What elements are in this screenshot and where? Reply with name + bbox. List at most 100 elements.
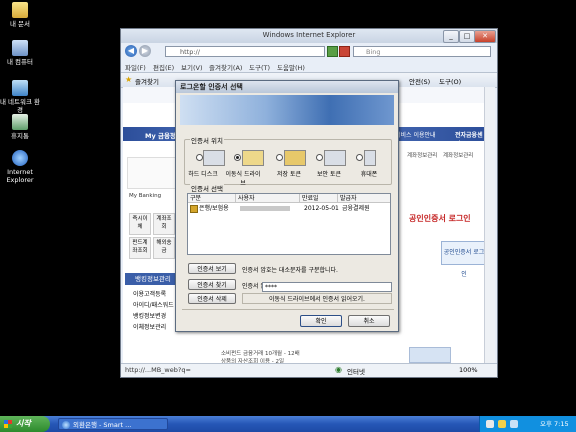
- view-certificate-button[interactable]: 인증서 보기: [188, 263, 236, 274]
- desktop-icon-recycle-bin[interactable]: 휴지통: [0, 114, 40, 140]
- computer-icon: [12, 40, 28, 56]
- taskbar-item-browser[interactable]: 외환은행 - Smart ...: [58, 418, 168, 430]
- my-banking-label[interactable]: My Banking: [129, 193, 179, 201]
- stop-button[interactable]: [339, 46, 350, 57]
- refresh-button[interactable]: [327, 46, 338, 57]
- windows-logo-icon: [4, 420, 12, 428]
- fund-inquiry-button[interactable]: 펀드계좌조회: [129, 237, 151, 259]
- vertical-scrollbar[interactable]: [484, 87, 495, 365]
- right-link-2[interactable]: 계좌정보관리: [443, 151, 473, 159]
- safety-menu[interactable]: 안전(S): [409, 76, 430, 86]
- hard-disk-icon: [203, 150, 225, 166]
- select-group-label: 인증서 선택: [190, 183, 224, 193]
- radio-mobile-phone[interactable]: [356, 154, 363, 161]
- left-link-register[interactable]: 이용고객등록: [133, 289, 166, 298]
- minimize-button[interactable]: _: [443, 30, 459, 43]
- desktop-icon-my-network[interactable]: 내 네트워크 환경: [0, 80, 40, 114]
- bottom-bullet-1: 소비펀드 금융거래 10개월 - 12배: [221, 351, 300, 357]
- column-header-expiry[interactable]: 만료일: [300, 194, 338, 203]
- browser-title-bar[interactable]: Windows Internet Explorer _ □ ✕: [121, 29, 497, 43]
- password-input[interactable]: ****: [262, 282, 392, 292]
- desktop-icon-label: 휴지통: [11, 132, 29, 140]
- menu-help[interactable]: 도움말(H): [277, 62, 305, 72]
- navigation-bar: ◀ ▶ http:// Bing: [121, 43, 497, 61]
- security-tray-icon[interactable]: [498, 420, 506, 428]
- dialog-banner: [180, 95, 394, 125]
- search-placeholder: Bing: [366, 48, 381, 56]
- maximize-button[interactable]: □: [459, 30, 475, 43]
- column-header-type[interactable]: 구분: [188, 194, 236, 203]
- volume-tray-icon[interactable]: [510, 420, 518, 428]
- overseas-remit-label: 해외송금: [156, 240, 172, 254]
- cancel-button[interactable]: 취소: [348, 315, 390, 327]
- radio-storage-token[interactable]: [276, 154, 283, 161]
- left-link-transfer-info[interactable]: 이체정보관리: [133, 322, 166, 331]
- forward-button[interactable]: ▶: [139, 45, 151, 57]
- desktop-icon-internet-explorer[interactable]: Internet Explorer: [0, 150, 40, 184]
- quick-transfer-button[interactable]: 즉시이체: [129, 213, 151, 235]
- network-tray-icon[interactable]: [486, 420, 494, 428]
- zoom-level[interactable]: 100%: [459, 366, 478, 374]
- ie-icon: [12, 150, 28, 166]
- radio-hard-disk[interactable]: [196, 154, 203, 161]
- column-header-issuer[interactable]: 발급자: [338, 194, 390, 203]
- radio-security-token[interactable]: [316, 154, 323, 161]
- address-bar[interactable]: http://: [165, 46, 325, 57]
- folder-icon: [12, 2, 28, 18]
- status-message: 이동식 드라이브에서 인증서 읽어오기.: [242, 293, 392, 304]
- favorites-button[interactable]: 즐겨찾기: [135, 76, 159, 86]
- desktop-icon-label: 내 문서: [9, 20, 30, 28]
- location-group-label: 인증서 위치: [190, 135, 224, 145]
- menu-view[interactable]: 보기(V): [181, 62, 202, 72]
- column-header-user[interactable]: 사용자: [236, 194, 300, 203]
- account-inquiry-button[interactable]: 계좌조회: [153, 213, 175, 235]
- delete-certificate-button[interactable]: 인증서 삭제: [188, 293, 236, 304]
- dialog-divider: [182, 309, 394, 310]
- cell-issuer: 금융결제원: [342, 205, 370, 212]
- desktop-icon-label: 내 네트워크 환경: [0, 98, 41, 114]
- certificate-list[interactable]: 구분 사용자 만료일 발급자 은행/보험용 2012-05-01 금융결제원: [187, 193, 391, 255]
- dialog-title[interactable]: 로그온할 인증서 선택: [176, 81, 398, 93]
- start-button[interactable]: 시작: [0, 416, 50, 432]
- globe-icon: ◉: [335, 365, 342, 374]
- recycle-bin-icon: [12, 114, 28, 130]
- promo-image: [409, 347, 451, 363]
- overseas-remit-button[interactable]: 해외송금: [153, 237, 175, 259]
- menu-edit[interactable]: 편집(E): [153, 62, 174, 72]
- system-tray: 오후 7:15: [479, 416, 576, 432]
- e-finance-menu[interactable]: 전자금융센터: [455, 130, 487, 148]
- table-row[interactable]: 은행/보험용 2012-05-01 금융결제원: [188, 204, 388, 213]
- left-link-info-change[interactable]: 뱅킹정보변경: [133, 311, 166, 320]
- storage-token-icon: [284, 150, 306, 166]
- tools-menu[interactable]: 도구(O): [439, 76, 461, 86]
- close-button[interactable]: ✕: [474, 30, 496, 43]
- location-security-token-label: 보안 토큰: [317, 171, 341, 178]
- cell-type: 은행/보험용: [199, 205, 229, 212]
- status-bar: http://...MB_web?q= ◉ 인터넷 100%: [121, 363, 497, 377]
- start-label: 시작: [16, 419, 31, 428]
- search-input[interactable]: Bing: [353, 46, 491, 57]
- left-link-id-password[interactable]: 아이디/패스워드: [133, 300, 174, 309]
- cell-user-masked: [240, 206, 290, 211]
- service-info-menu[interactable]: 서비스 이용안내: [395, 130, 436, 139]
- status-url: http://...MB_web?q=: [125, 366, 191, 374]
- account-inquiry-label: 계좌조회: [156, 216, 172, 230]
- desktop-icon-my-computer[interactable]: 내 컴퓨터: [0, 40, 40, 66]
- clock[interactable]: 오후 7:15: [540, 416, 569, 432]
- desktop-icon-label: 내 컴퓨터: [7, 58, 33, 66]
- desktop-icon-my-documents[interactable]: 내 문서: [0, 2, 40, 28]
- ok-button[interactable]: 확인: [300, 315, 342, 327]
- menu-favorites[interactable]: 즐겨찾기(A): [209, 62, 242, 72]
- status-zone: 인터넷: [347, 368, 365, 376]
- find-certificate-button[interactable]: 인증서 찾기: [188, 279, 236, 290]
- right-link-1[interactable]: 계좌정보관리: [407, 151, 437, 159]
- bank-info-header: 뱅킹정보관리: [125, 273, 181, 285]
- cert-login-button[interactable]: 공인인증서 로그인: [441, 241, 487, 278]
- menu-file[interactable]: 파일(F): [125, 62, 146, 72]
- location-mobile-phone-label: 휴대폰: [360, 171, 378, 178]
- radio-removable-drive[interactable]: [234, 154, 241, 161]
- location-removable-drive-label: 이동식 드라이브: [225, 171, 261, 187]
- menu-tools[interactable]: 도구(T): [249, 62, 270, 72]
- back-button[interactable]: ◀: [125, 45, 137, 57]
- case-hint-text: 인증서 암호는 대소문자를 구분합니다.: [242, 267, 338, 274]
